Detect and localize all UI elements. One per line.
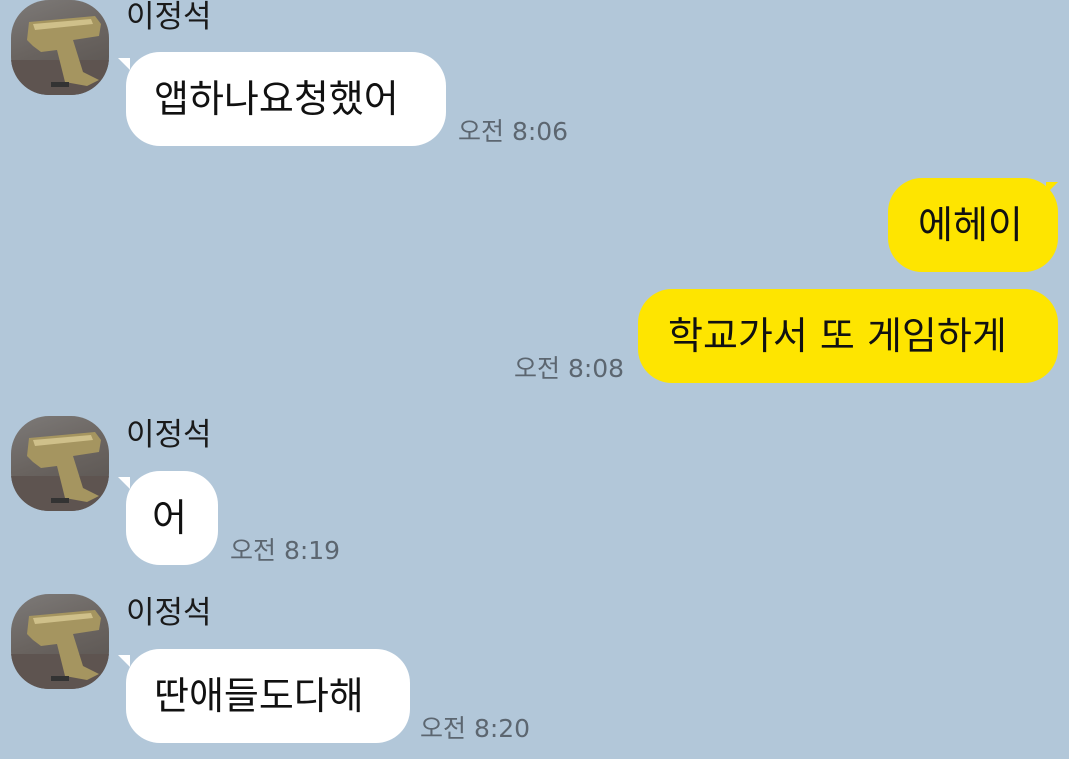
sender-avatar[interactable] — [11, 594, 109, 689]
sender-name: 이정석 — [126, 595, 212, 631]
message-text: 어 — [152, 496, 187, 540]
message-timestamp: 오전 8:19 — [230, 536, 341, 565]
pistol-avatar-icon — [11, 432, 109, 511]
sender-avatar[interactable] — [11, 0, 109, 95]
bubble-tail — [118, 58, 130, 70]
sender-name: 이정석 — [126, 417, 212, 453]
message-bubble[interactable]: 딴애들도다해 — [126, 649, 410, 743]
message-timestamp: 오전 8:20 — [420, 714, 531, 743]
bubble-tail — [118, 477, 130, 489]
message-timestamp: 오전 8:08 — [514, 354, 625, 383]
chat-message-list: 이정석 앱하나요청했어 오전 8:06 에헤이 학교가서 또 게임하게 오전 8… — [0, 0, 1069, 759]
message-bubble[interactable]: 학교가서 또 게임하게 — [638, 289, 1058, 383]
message-text: 에헤이 — [918, 203, 1023, 247]
message-text: 학교가서 또 게임하게 — [668, 314, 1007, 358]
pistol-avatar-icon — [11, 610, 109, 689]
sender-avatar[interactable] — [11, 416, 109, 511]
message-text: 딴애들도다해 — [154, 674, 364, 718]
message-bubble[interactable]: 어 — [126, 471, 218, 565]
message-bubble[interactable]: 앱하나요청했어 — [126, 52, 446, 146]
message-timestamp: 오전 8:06 — [458, 117, 569, 146]
bubble-tail — [1046, 182, 1058, 194]
message-bubble[interactable]: 에헤이 — [888, 178, 1058, 272]
bubble-tail — [118, 655, 130, 667]
sender-name: 이정석 — [126, 0, 212, 35]
pistol-avatar-icon — [11, 16, 109, 95]
message-text: 앱하나요청했어 — [154, 77, 399, 121]
